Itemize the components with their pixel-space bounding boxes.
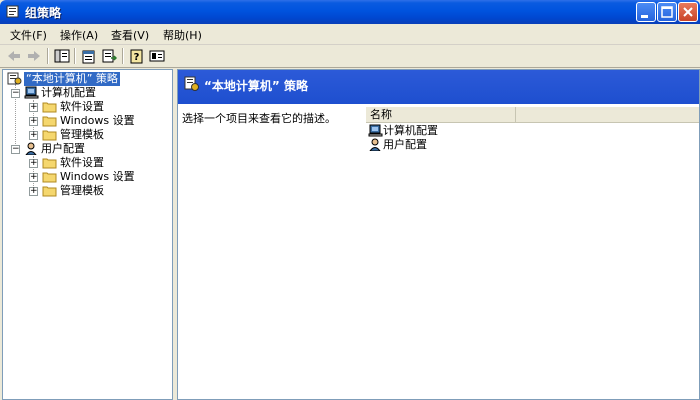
folder-icon (42, 130, 57, 141)
toolbar-separator (122, 48, 124, 64)
expand-toggle[interactable]: + (29, 187, 38, 196)
group-policy-window: 组策略 文件(F) 操作(A) 查看(V) 帮助(H) ? “本地计算机” 策略… (0, 0, 700, 400)
computer-icon (368, 124, 383, 137)
expand-toggle[interactable]: + (29, 173, 38, 182)
details-header-title: “本地计算机” 策略 (204, 79, 308, 93)
forward-icon[interactable] (26, 48, 42, 64)
back-icon[interactable] (6, 48, 22, 64)
toolbar-separator (47, 48, 49, 64)
maximize-icon (661, 6, 673, 18)
tree-label-windows-settings: Windows 设置 (60, 114, 135, 127)
policy-icon (7, 72, 22, 85)
toolbar: ? (0, 45, 700, 68)
menu-action[interactable]: 操作(A) (60, 27, 98, 43)
tree-label-software-settings: 软件设置 (60, 156, 104, 169)
list-item-label: 计算机配置 (383, 124, 438, 137)
help-icon[interactable]: ? (129, 48, 145, 64)
close-icon (683, 7, 693, 17)
expand-toggle[interactable]: + (29, 117, 38, 126)
window-title: 组策略 (25, 6, 62, 20)
user-icon (25, 142, 37, 155)
toolbar-separator (74, 48, 76, 64)
tree-label-windows-settings: Windows 设置 (60, 170, 135, 183)
folder-icon (42, 172, 57, 183)
collapse-toggle[interactable]: − (11, 145, 20, 154)
group-policy-app-icon[interactable] (6, 4, 21, 19)
svg-text:?: ? (134, 52, 140, 63)
menu-help[interactable]: 帮助(H) (163, 27, 202, 43)
minimize-icon (641, 15, 648, 18)
show-hide-tree-icon[interactable] (54, 48, 70, 64)
close-button[interactable] (678, 2, 698, 22)
title-bar[interactable]: 组策略 (0, 0, 700, 24)
expand-toggle[interactable]: + (29, 159, 38, 168)
export-list-icon[interactable] (101, 48, 117, 64)
expand-toggle[interactable]: + (29, 103, 38, 112)
folder-icon (42, 158, 57, 169)
tree-label-user-config: 用户配置 (41, 142, 85, 155)
console-icon[interactable] (149, 48, 165, 64)
description-text: 选择一个项目来查看它的描述。 (182, 112, 336, 125)
console-tree-pane[interactable]: “本地计算机” 策略 − 计算机配置 + 软件设置 + Windows 设置 +… (2, 69, 173, 400)
properties-icon[interactable] (81, 48, 97, 64)
expand-toggle[interactable]: + (29, 131, 38, 140)
list-item-label: 用户配置 (383, 138, 427, 151)
menu-file[interactable]: 文件(F) (10, 27, 47, 43)
tree-label-software-settings: 软件设置 (60, 100, 104, 113)
folder-icon (42, 102, 57, 113)
details-pane: “本地计算机” 策略 选择一个项目来查看它的描述。 名称 计算机配置 用户配置 (177, 69, 700, 400)
tree-label-admin-templates: 管理模板 (60, 128, 104, 141)
menu-view[interactable]: 查看(V) (111, 27, 149, 43)
minimize-button[interactable] (636, 2, 656, 22)
tree-label-root: “本地计算机” 策略 (24, 72, 120, 86)
collapse-toggle[interactable]: − (11, 89, 20, 98)
policy-icon (184, 76, 199, 91)
details-header: “本地计算机” 策略 (178, 70, 699, 104)
folder-icon (42, 116, 57, 127)
tree-label-admin-templates: 管理模板 (60, 184, 104, 197)
maximize-button[interactable] (657, 2, 677, 22)
computer-icon (24, 86, 39, 99)
folder-icon (42, 186, 57, 197)
menu-bar: 文件(F) 操作(A) 查看(V) 帮助(H) (0, 24, 700, 45)
list-column-header: 名称 (366, 107, 699, 123)
column-header-name[interactable]: 名称 (366, 107, 516, 122)
tree-label-computer-config: 计算机配置 (41, 86, 96, 99)
user-icon (369, 138, 381, 151)
